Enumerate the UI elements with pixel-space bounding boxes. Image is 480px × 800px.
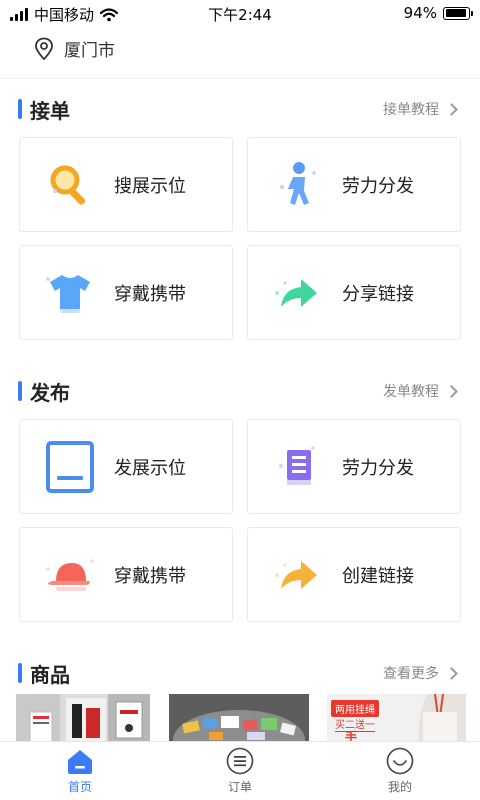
nav-home[interactable]: 首页 xyxy=(0,742,160,800)
order-list-icon xyxy=(226,747,254,775)
search-icon xyxy=(30,161,110,209)
product-thumbnail[interactable] xyxy=(16,694,150,742)
section-header-products: 商品 查看更多 xyxy=(18,658,462,688)
card-label: 创建链接 xyxy=(342,565,414,587)
card-publish-labor[interactable]: 劳力分发 xyxy=(247,419,461,514)
location-city: 厦门市 xyxy=(64,41,115,61)
product-thumbnail[interactable]: 两用挂绳 买二送一 手 xyxy=(327,694,466,742)
nav-label: 订单 xyxy=(227,780,252,794)
status-bar: 中国移动 下午2:44 94% xyxy=(0,0,480,26)
person-walking-icon xyxy=(258,159,338,211)
share-arrow-icon xyxy=(258,271,338,315)
card-search-display[interactable]: 搜展示位 xyxy=(19,137,233,232)
nav-orders[interactable]: 订单 xyxy=(160,742,320,800)
publish-tutorial-link[interactable]: 发单教程 xyxy=(383,381,462,401)
accept-tutorial-label: 接单教程 xyxy=(383,102,439,118)
chevron-right-icon xyxy=(445,384,458,398)
card-label: 劳力分发 xyxy=(342,457,414,479)
document-list-icon xyxy=(258,444,338,490)
accept-tutorial-link[interactable]: 接单教程 xyxy=(383,99,462,119)
section-header-publish: 发布 发单教程 xyxy=(18,376,462,406)
chevron-right-icon xyxy=(445,102,458,116)
card-label: 搜展示位 xyxy=(114,175,186,197)
promo-banner: 两用挂绳 xyxy=(331,700,379,717)
chevron-right-icon xyxy=(445,666,458,680)
product-thumbnail[interactable] xyxy=(169,694,309,742)
publish-tutorial-label: 发单教程 xyxy=(383,384,439,400)
product-strip: 两用挂绳 买二送一 手 xyxy=(16,694,466,742)
cap-icon xyxy=(30,555,110,595)
section-title-accept: 接单 xyxy=(30,98,70,123)
home-icon xyxy=(68,750,92,774)
card-label: 分享链接 xyxy=(342,283,414,305)
card-publish-wear[interactable]: 穿戴携带 xyxy=(19,527,233,622)
tshirt-icon xyxy=(30,271,110,315)
status-right: 94% xyxy=(403,4,473,22)
share-arrow-icon xyxy=(258,553,338,597)
card-label: 劳力分发 xyxy=(342,175,414,197)
card-create-link[interactable]: 创建链接 xyxy=(247,527,461,622)
section-title-publish: 发布 xyxy=(30,380,70,405)
battery-icon xyxy=(443,6,473,20)
location-pin-icon xyxy=(35,37,53,60)
bottom-nav: 首页 订单 我的 xyxy=(0,741,480,800)
section-accent-bar xyxy=(18,663,22,683)
section-title-products: 商品 xyxy=(30,662,70,687)
card-wear-carry[interactable]: 穿戴携带 xyxy=(19,245,233,340)
card-label: 穿戴携带 xyxy=(114,283,186,305)
card-share-link[interactable]: 分享链接 xyxy=(247,245,461,340)
nav-label: 我的 xyxy=(387,780,412,794)
header-divider xyxy=(0,78,480,79)
view-more-label: 查看更多 xyxy=(383,666,439,682)
profile-smile-icon xyxy=(386,747,414,775)
card-label: 发展示位 xyxy=(114,457,186,479)
view-more-link[interactable]: 查看更多 xyxy=(383,663,462,683)
promo-bottom-text: 手 xyxy=(345,730,358,742)
nav-profile[interactable]: 我的 xyxy=(320,742,480,800)
card-label: 穿戴携带 xyxy=(114,565,186,587)
nav-label: 首页 xyxy=(67,780,92,794)
card-publish-display[interactable]: 发展示位 xyxy=(19,419,233,514)
section-header-accept: 接单 接单教程 xyxy=(18,94,462,124)
display-board-icon xyxy=(30,440,110,494)
card-labor-distribute[interactable]: 劳力分发 xyxy=(247,137,461,232)
section-accent-bar xyxy=(18,381,22,401)
battery-percent: 94% xyxy=(403,4,437,22)
section-accent-bar xyxy=(18,99,22,119)
location-selector[interactable]: 厦门市 xyxy=(34,36,115,61)
